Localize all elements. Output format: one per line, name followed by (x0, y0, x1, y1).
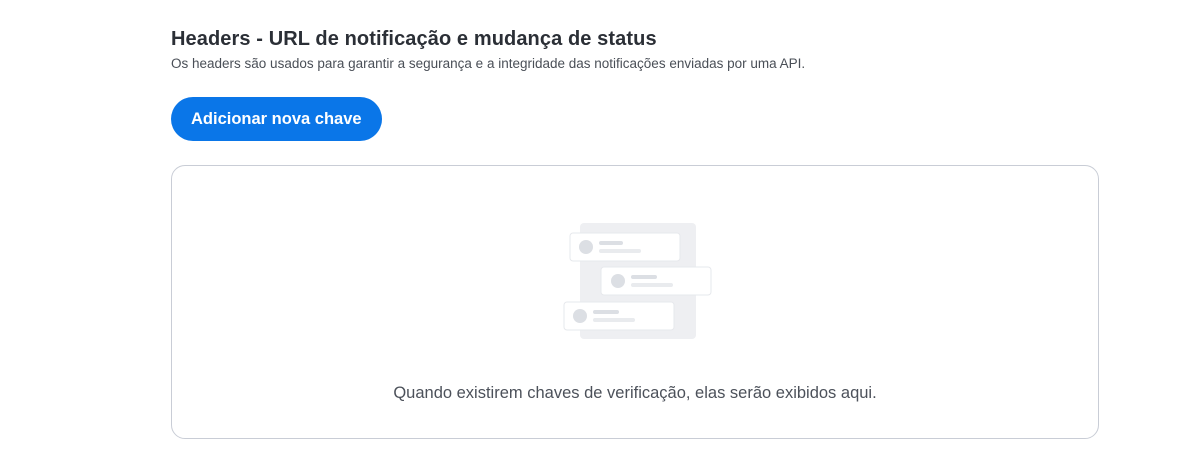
illustration-avatar-2 (611, 274, 625, 288)
empty-state-message: Quando existirem chaves de verificação, … (393, 384, 877, 402)
add-new-key-button[interactable]: Adicionar nova chave (171, 97, 382, 141)
empty-state-container: Quando existirem chaves de verificação, … (171, 165, 1099, 439)
illustration-line-2b (631, 283, 673, 287)
illustration-avatar-3 (573, 309, 587, 323)
section-subtitle: Os headers são usados para garantir a se… (171, 56, 806, 71)
empty-list-illustration (563, 223, 712, 339)
illustration-line-2a (631, 275, 657, 279)
section-title: Headers - URL de notificação e mudança d… (171, 28, 657, 50)
illustration-line-1a (599, 241, 623, 245)
illustration-line-3a (593, 310, 619, 314)
illustration-line-1b (599, 249, 641, 253)
illustration-line-3b (593, 318, 635, 322)
headers-section: Headers - URL de notificação e mudança d… (171, 26, 1101, 439)
illustration-avatar-1 (579, 240, 593, 254)
